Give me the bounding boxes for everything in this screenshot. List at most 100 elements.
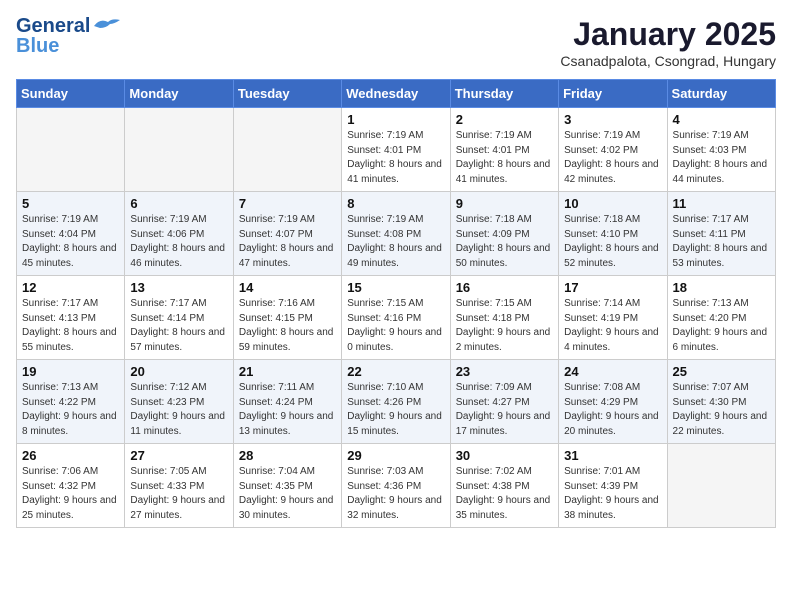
weekday-header: Thursday (450, 80, 558, 108)
day-number: 13 (130, 280, 227, 295)
weekday-header: Saturday (667, 80, 775, 108)
day-info: Sunrise: 7:18 AM Sunset: 4:10 PM Dayligh… (564, 213, 661, 271)
day-number: 25 (673, 364, 770, 379)
logo: General Blue (16, 16, 122, 56)
calendar-week-row: 26Sunrise: 7:06 AM Sunset: 4:32 PM Dayli… (17, 444, 776, 528)
calendar-header-row: SundayMondayTuesdayWednesdayThursdayFrid… (17, 80, 776, 108)
day-number: 15 (347, 280, 444, 295)
location-subtitle: Csanadpalota, Csongrad, Hungary (560, 53, 776, 69)
calendar-cell: 5Sunrise: 7:19 AM Sunset: 4:04 PM Daylig… (17, 192, 125, 276)
title-block: January 2025 Csanadpalota, Csongrad, Hun… (560, 16, 776, 69)
calendar-cell: 17 Sunrise: 7:14 AM Sunset: 4:19 PM Dayli… (559, 276, 667, 360)
calendar-cell: 19 Sunrise: 7:13 AM Sunset: 4:22 PM Dayli… (17, 360, 125, 444)
day-info: Sunrise: 7:12 AM Sunset: 4:23 PM Dayligh… (130, 381, 227, 439)
day-number: 18 (673, 280, 770, 295)
day-info: Sunrise: 7:02 AM Sunset: 4:38 PM Dayligh… (456, 465, 553, 523)
day-number: 26 (22, 448, 119, 463)
logo-bird-icon (92, 16, 122, 38)
day-number: 21 (239, 364, 336, 379)
day-info: Sunrise: 7:19 AM Sunset: 4:02 PM Dayligh… (564, 129, 661, 187)
weekday-header: Tuesday (233, 80, 341, 108)
day-info: Sunrise: 7:19 AM Sunset: 4:06 PM Dayligh… (130, 213, 227, 271)
day-number: 8 (347, 196, 444, 211)
day-number: 6 (130, 196, 227, 211)
calendar-cell: 3 Sunrise: 7:19 AM Sunset: 4:02 PM Daylig… (559, 108, 667, 192)
day-info: Sunrise: 7:17 AM Sunset: 4:14 PM Dayligh… (130, 297, 227, 355)
calendar-week-row: 12Sunrise: 7:17 AM Sunset: 4:13 PM Dayli… (17, 276, 776, 360)
day-number: 24 (564, 364, 661, 379)
day-info: Sunrise: 7:13 AM Sunset: 4:20 PM Dayligh… (673, 297, 770, 355)
calendar-cell: 18 Sunrise: 7:13 AM Sunset: 4:20 PM Dayli… (667, 276, 775, 360)
calendar-cell: 23Sunrise: 7:09 AM Sunset: 4:27 PM Dayli… (450, 360, 558, 444)
day-number: 11 (673, 196, 770, 211)
weekday-header: Sunday (17, 80, 125, 108)
day-info: Sunrise: 7:14 AM Sunset: 4:19 PM Dayligh… (564, 297, 661, 355)
calendar-cell: 1Sunrise: 7:19 AM Sunset: 4:01 PM Daylig… (342, 108, 450, 192)
calendar-cell: 31Sunrise: 7:01 AM Sunset: 4:39 PM Dayli… (559, 444, 667, 528)
day-number: 17 (564, 280, 661, 295)
calendar-cell: 11Sunrise: 7:17 AM Sunset: 4:11 PM Dayli… (667, 192, 775, 276)
day-info: Sunrise: 7:05 AM Sunset: 4:33 PM Dayligh… (130, 465, 227, 523)
day-number: 30 (456, 448, 553, 463)
day-info: Sunrise: 7:19 AM Sunset: 4:07 PM Dayligh… (239, 213, 336, 271)
weekday-header: Monday (125, 80, 233, 108)
logo-general: General (16, 16, 90, 36)
calendar-cell: 27 Sunrise: 7:05 AM Sunset: 4:33 PM Dayli… (125, 444, 233, 528)
calendar-cell: 13 Sunrise: 7:17 AM Sunset: 4:14 PM Dayli… (125, 276, 233, 360)
calendar-cell: 15 Sunrise: 7:15 AM Sunset: 4:16 PM Dayli… (342, 276, 450, 360)
day-info: Sunrise: 7:11 AM Sunset: 4:24 PM Dayligh… (239, 381, 336, 439)
calendar-cell (233, 108, 341, 192)
day-info: Sunrise: 7:16 AM Sunset: 4:15 PM Dayligh… (239, 297, 336, 355)
calendar-cell: 7 Sunrise: 7:19 AM Sunset: 4:07 PM Daylig… (233, 192, 341, 276)
weekday-header: Wednesday (342, 80, 450, 108)
calendar-cell: 10Sunrise: 7:18 AM Sunset: 4:10 PM Dayli… (559, 192, 667, 276)
calendar-week-row: 19 Sunrise: 7:13 AM Sunset: 4:22 PM Dayli… (17, 360, 776, 444)
month-title: January 2025 (560, 16, 776, 53)
day-number: 5 (22, 196, 119, 211)
day-number: 7 (239, 196, 336, 211)
calendar-cell: 4Sunrise: 7:19 AM Sunset: 4:03 PM Daylig… (667, 108, 775, 192)
logo-blue: Blue (16, 36, 90, 56)
day-info: Sunrise: 7:13 AM Sunset: 4:22 PM Dayligh… (22, 381, 119, 439)
day-info: Sunrise: 7:15 AM Sunset: 4:16 PM Dayligh… (347, 297, 444, 355)
calendar-cell: 25Sunrise: 7:07 AM Sunset: 4:30 PM Dayli… (667, 360, 775, 444)
day-number: 14 (239, 280, 336, 295)
day-info: Sunrise: 7:08 AM Sunset: 4:29 PM Dayligh… (564, 381, 661, 439)
day-number: 2 (456, 112, 553, 127)
day-info: Sunrise: 7:19 AM Sunset: 4:08 PM Dayligh… (347, 213, 444, 271)
day-info: Sunrise: 7:03 AM Sunset: 4:36 PM Dayligh… (347, 465, 444, 523)
day-info: Sunrise: 7:10 AM Sunset: 4:26 PM Dayligh… (347, 381, 444, 439)
calendar-cell (667, 444, 775, 528)
day-number: 12 (22, 280, 119, 295)
day-info: Sunrise: 7:19 AM Sunset: 4:01 PM Dayligh… (347, 129, 444, 187)
page-header: General Blue January 2025 Csanadpalota, … (16, 16, 776, 69)
calendar-cell: 29Sunrise: 7:03 AM Sunset: 4:36 PM Dayli… (342, 444, 450, 528)
calendar-table: SundayMondayTuesdayWednesdayThursdayFrid… (16, 79, 776, 528)
day-number: 27 (130, 448, 227, 463)
calendar-cell: 14 Sunrise: 7:16 AM Sunset: 4:15 PM Dayli… (233, 276, 341, 360)
calendar-week-row: 5Sunrise: 7:19 AM Sunset: 4:04 PM Daylig… (17, 192, 776, 276)
calendar-cell: 2 Sunrise: 7:19 AM Sunset: 4:01 PM Daylig… (450, 108, 558, 192)
day-info: Sunrise: 7:18 AM Sunset: 4:09 PM Dayligh… (456, 213, 553, 271)
calendar-cell: 8 Sunrise: 7:19 AM Sunset: 4:08 PM Daylig… (342, 192, 450, 276)
day-number: 23 (456, 364, 553, 379)
day-number: 19 (22, 364, 119, 379)
day-info: Sunrise: 7:19 AM Sunset: 4:03 PM Dayligh… (673, 129, 770, 187)
day-number: 22 (347, 364, 444, 379)
day-number: 9 (456, 196, 553, 211)
calendar-cell: 20Sunrise: 7:12 AM Sunset: 4:23 PM Dayli… (125, 360, 233, 444)
calendar-cell: 22 Sunrise: 7:10 AM Sunset: 4:26 PM Dayli… (342, 360, 450, 444)
day-info: Sunrise: 7:04 AM Sunset: 4:35 PM Dayligh… (239, 465, 336, 523)
day-number: 28 (239, 448, 336, 463)
day-number: 3 (564, 112, 661, 127)
calendar-cell (17, 108, 125, 192)
day-info: Sunrise: 7:19 AM Sunset: 4:01 PM Dayligh… (456, 129, 553, 187)
calendar-cell: 16Sunrise: 7:15 AM Sunset: 4:18 PM Dayli… (450, 276, 558, 360)
day-info: Sunrise: 7:01 AM Sunset: 4:39 PM Dayligh… (564, 465, 661, 523)
calendar-cell: 12Sunrise: 7:17 AM Sunset: 4:13 PM Dayli… (17, 276, 125, 360)
calendar-cell: 28 Sunrise: 7:04 AM Sunset: 4:35 PM Dayli… (233, 444, 341, 528)
calendar-cell (125, 108, 233, 192)
calendar-cell: 21 Sunrise: 7:11 AM Sunset: 4:24 PM Dayli… (233, 360, 341, 444)
calendar-cell: 9 Sunrise: 7:18 AM Sunset: 4:09 PM Daylig… (450, 192, 558, 276)
calendar-cell: 24 Sunrise: 7:08 AM Sunset: 4:29 PM Dayli… (559, 360, 667, 444)
